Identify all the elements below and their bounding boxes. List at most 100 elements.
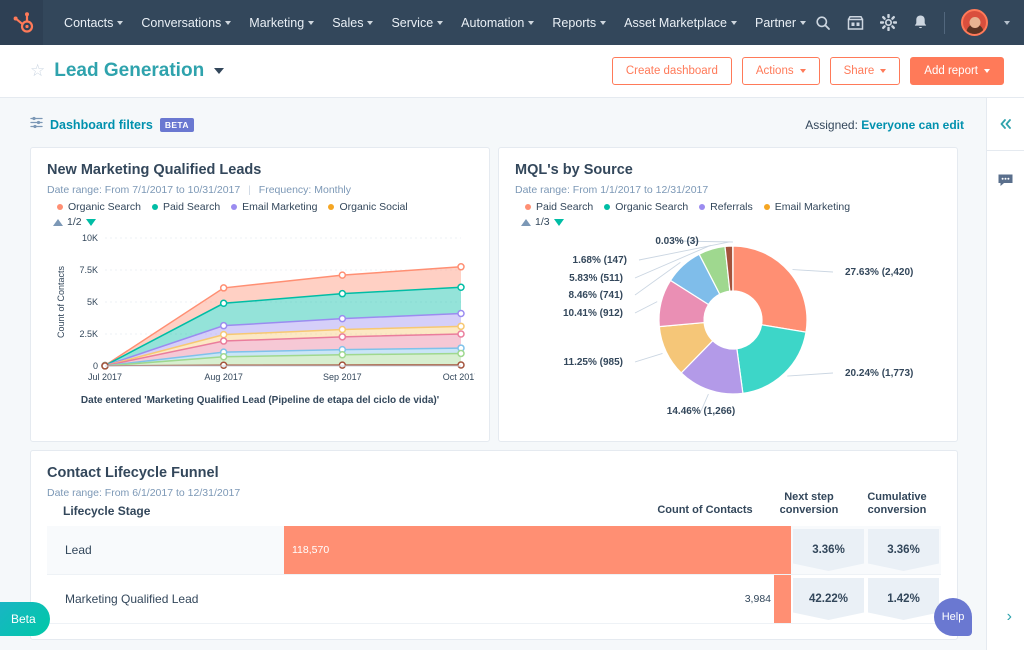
svg-text:Jul 2017: Jul 2017	[88, 372, 122, 382]
assigned-value-link[interactable]: Everyone can edit	[861, 118, 964, 132]
page-title[interactable]: Lead Generation	[54, 60, 204, 82]
nav-item-service[interactable]: Service	[382, 10, 452, 36]
svg-text:0.03% (3): 0.03% (3)	[655, 236, 698, 247]
funnel-next-step-cell: 3.36%	[791, 526, 866, 574]
create-dashboard-button[interactable]: Create dashboard	[611, 57, 732, 85]
legend-item[interactable]: Email Marketing	[763, 201, 851, 213]
funnel-cumulative-cell: 1.42%	[866, 575, 941, 623]
nav-item-automation[interactable]: Automation	[452, 10, 543, 36]
column-header-cumulative: Cumulative conversion	[867, 490, 927, 517]
chevron-down-icon	[437, 20, 444, 25]
dashboard-selector-chevron-icon[interactable]	[214, 68, 225, 74]
legend-color-dot	[328, 204, 335, 210]
legend-label: Organic Social	[339, 201, 408, 213]
legend-item[interactable]: Referrals	[699, 201, 753, 213]
svg-text:1.68% (147): 1.68% (147)	[573, 255, 627, 266]
hubspot-logo[interactable]	[0, 0, 44, 45]
legend-pager: 1/3	[515, 216, 941, 228]
top-navigation-bar: Contacts Conversations Marketing Sales S…	[0, 0, 1024, 45]
expand-rail-chevron-right-icon[interactable]: ›	[1007, 608, 1012, 626]
legend-label: Email Marketing	[774, 201, 851, 213]
chart-legend: Organic Search Paid Search Email Marketi…	[47, 201, 473, 213]
legend-label: Referrals	[710, 201, 753, 213]
button-label: Create dashboard	[625, 65, 718, 77]
header-actions: Create dashboard Actions Share Add repor…	[611, 57, 1004, 85]
legend-item[interactable]: Organic Search	[604, 201, 688, 213]
legend-item[interactable]: Email Marketing	[231, 201, 317, 213]
legend-page-up-icon[interactable]	[521, 218, 531, 226]
assigned-info: Assigned: Everyone can edit	[805, 118, 964, 132]
chevron-down-icon	[225, 20, 232, 25]
nav-item-asset-marketplace[interactable]: Asset Marketplace	[615, 10, 746, 36]
collapse-rail-button[interactable]	[987, 98, 1024, 151]
nav-label: Automation	[461, 15, 525, 30]
beta-badge: BETA	[159, 118, 194, 132]
page-header: ☆ Lead Generation Create dashboard Actio…	[0, 45, 1024, 98]
legend-item[interactable]: Organic Social	[328, 201, 408, 213]
nav-label: Service	[391, 15, 434, 30]
svg-text:0: 0	[93, 361, 98, 371]
avatar[interactable]	[961, 9, 988, 36]
assigned-label: Assigned:	[805, 118, 858, 132]
dashboard-filters-control[interactable]: Dashboard filters BETA	[30, 116, 194, 134]
svg-text:27.63% (2,420): 27.63% (2,420)	[845, 267, 913, 278]
legend-label: Paid Search	[536, 201, 594, 213]
button-label: Share	[843, 65, 875, 77]
settings-gear-icon[interactable]	[880, 14, 897, 31]
legend-page-down-icon[interactable]	[85, 218, 96, 226]
table-row[interactable]: Marketing Qualified Lead 3,984 42.22% 1.…	[47, 575, 941, 624]
funnel-header: Contact Lifecycle Funnel Date range: Fro…	[47, 465, 941, 518]
legend-item[interactable]: Paid Search	[151, 201, 221, 213]
nav-label: Reports	[552, 15, 597, 30]
svg-text:8.46% (741): 8.46% (741)	[569, 290, 623, 301]
nav-label: Conversations	[141, 15, 222, 30]
actions-button[interactable]: Actions	[741, 57, 820, 85]
button-label: Add report	[924, 65, 978, 77]
nav-item-sales[interactable]: Sales	[323, 10, 382, 36]
filter-icon	[30, 116, 43, 134]
funnel-stage-header: Lifecycle Stage	[63, 504, 151, 518]
chat-bubble-icon[interactable]	[997, 173, 1014, 193]
chevron-down-icon	[528, 20, 535, 25]
legend-item[interactable]: Organic Search	[57, 201, 141, 213]
nav-item-contacts[interactable]: Contacts	[55, 10, 132, 36]
legend-item[interactable]: Paid Search	[525, 201, 593, 213]
dashboard-filters-label: Dashboard filters	[50, 118, 153, 132]
next-step-value: 3.36%	[812, 544, 845, 556]
nav-item-reports[interactable]: Reports	[543, 10, 615, 36]
marketplace-icon[interactable]	[847, 15, 864, 31]
nav-label: Asset Marketplace	[624, 15, 727, 30]
add-report-button[interactable]: Add report	[910, 57, 1004, 85]
avatar-chevron-down-icon[interactable]	[1004, 20, 1010, 25]
legend-page-down-icon[interactable]	[553, 218, 564, 226]
funnel-bar-value: 3,984	[744, 593, 771, 605]
nav-item-conversations[interactable]: Conversations	[132, 10, 240, 36]
notifications-bell-icon[interactable]	[913, 14, 928, 31]
card-title: MQL's by Source	[515, 162, 633, 178]
svg-text:10.41% (912): 10.41% (912)	[563, 308, 623, 319]
nav-item-marketing[interactable]: Marketing	[240, 10, 323, 36]
favorite-star-icon[interactable]: ☆	[30, 61, 45, 81]
beta-feedback-button[interactable]: Beta	[0, 602, 50, 636]
legend-page-indicator: 1/2	[67, 216, 82, 228]
nav-divider	[944, 11, 945, 34]
report-card-mql-by-source: MQL's by Source Date range: From 1/1/201…	[498, 147, 958, 442]
help-button[interactable]: Help	[934, 598, 972, 636]
table-row[interactable]: Lead 118,570 3.36% 3.36%	[47, 526, 941, 575]
funnel-row-stage: Marketing Qualified Lead	[65, 592, 199, 606]
legend-label: Organic Search	[68, 201, 141, 213]
legend-color-dot	[604, 204, 611, 210]
svg-text:Sep 2017: Sep 2017	[323, 372, 362, 382]
legend-label: Paid Search	[162, 201, 221, 213]
cumulative-value: 3.36%	[887, 544, 920, 556]
right-rail	[986, 98, 1024, 650]
chevron-down-icon	[731, 20, 737, 25]
frequency-text: Frequency: Monthly	[258, 184, 352, 196]
search-icon[interactable]	[815, 15, 831, 31]
card-title: New Marketing Qualified Leads	[47, 162, 262, 178]
nav-item-partner[interactable]: Partner	[746, 10, 815, 36]
funnel-row-bar-area: 118,570	[284, 526, 791, 574]
share-button[interactable]: Share	[829, 57, 901, 85]
chevron-down-icon	[984, 69, 990, 73]
legend-page-up-icon[interactable]	[53, 218, 63, 226]
